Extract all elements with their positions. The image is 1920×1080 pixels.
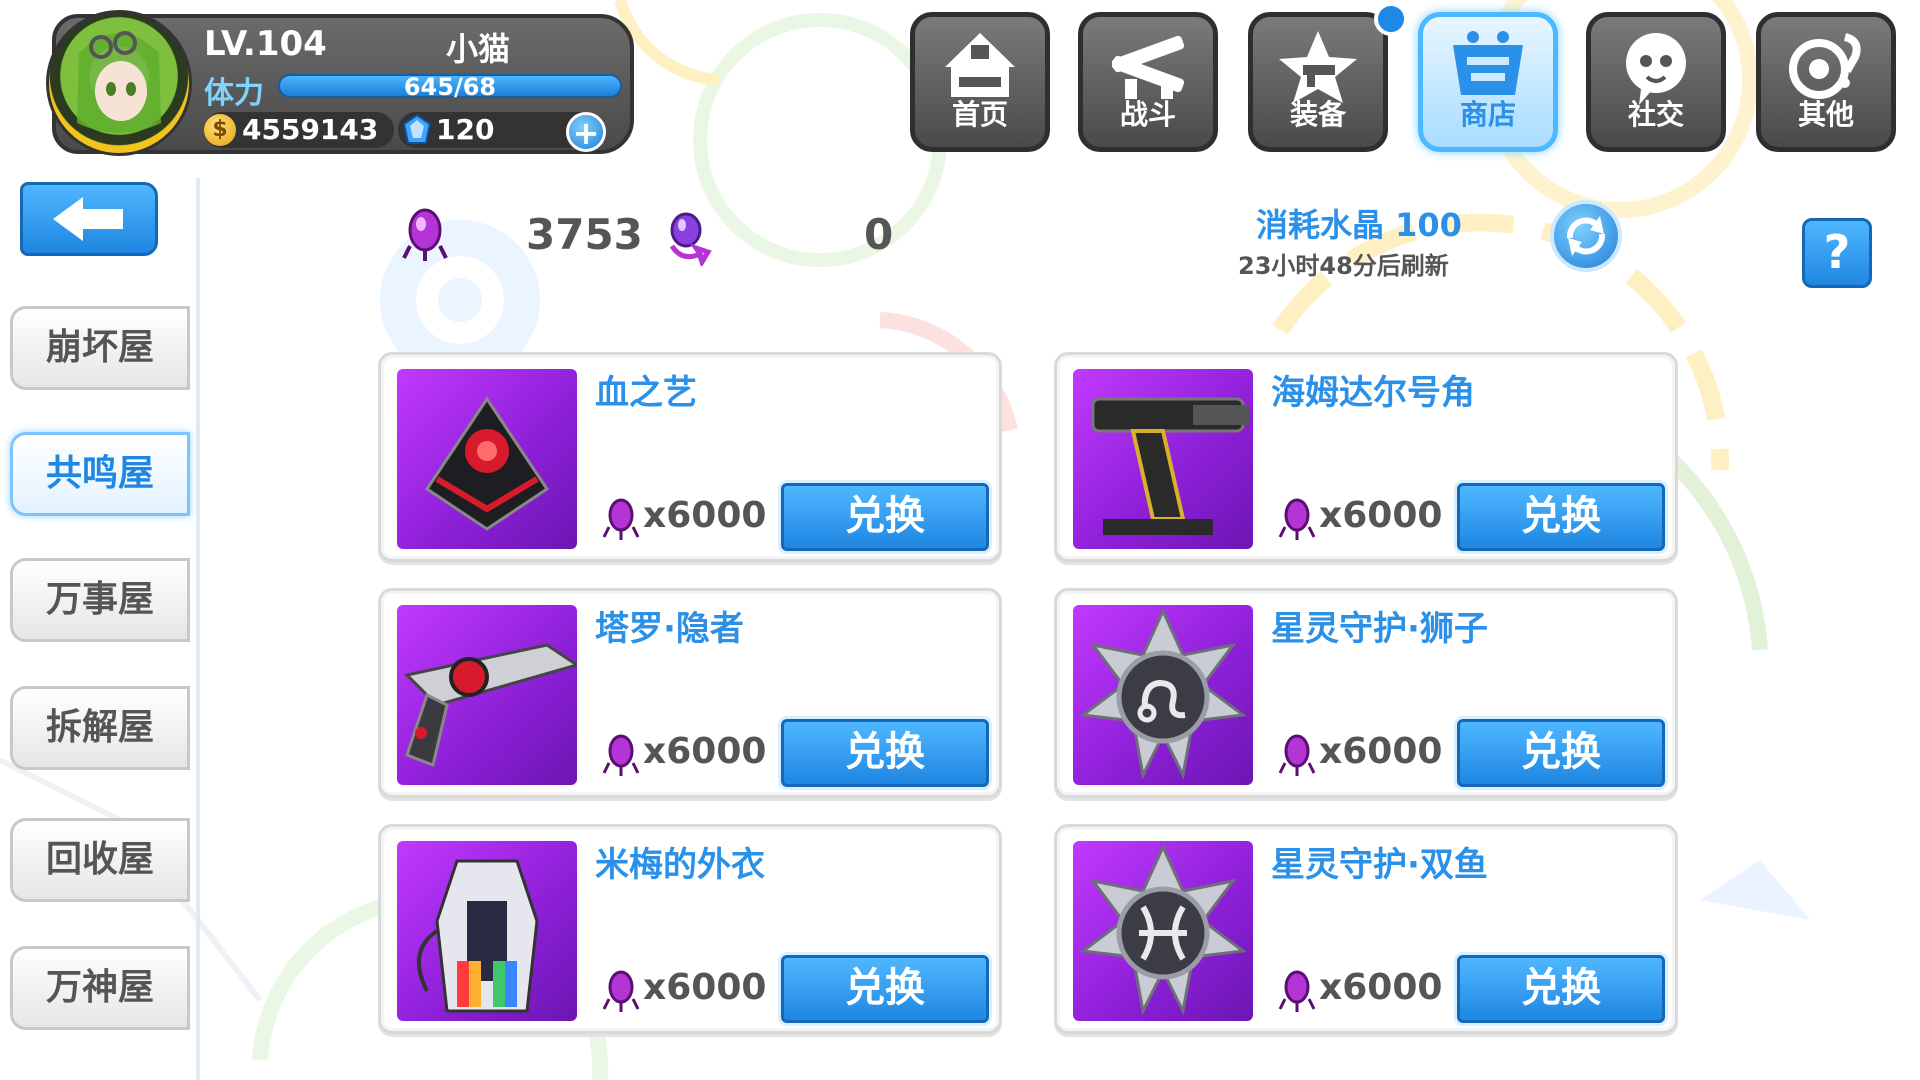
shop-item-card: 塔罗·隐者 x6000 兑换 [378, 588, 1002, 798]
item-name: 海姆达尔号角 [1271, 373, 1475, 413]
heimdall-horn-cannon-icon [1091, 397, 1249, 535]
nav-tab-other[interactable]: 其他 [1756, 12, 1896, 152]
item-thumbnail [397, 369, 577, 549]
shop-item-card: 星灵守护·狮子 x6000 兑换 [1054, 588, 1678, 798]
item-name: 塔罗·隐者 [595, 609, 744, 649]
leo-zodiac-badge-icon [1079, 607, 1247, 780]
exchange-button[interactable]: 兑换 [781, 483, 989, 551]
nav-tab-home[interactable]: 首页 [910, 12, 1050, 152]
nav-tab-label: 社交 [1627, 98, 1684, 131]
shop-item-card: 米梅的外衣 x6000 兑换 [378, 824, 1002, 1034]
refresh-cost-label: 消耗水晶 100 [1256, 206, 1462, 244]
exchange-button[interactable]: 兑换 [1457, 955, 1665, 1023]
item-thumbnail [1073, 605, 1253, 785]
nav-tab-label: 首页 [951, 98, 1008, 131]
refresh-icon [1566, 216, 1606, 256]
exchange-button[interactable]: 兑换 [1457, 719, 1665, 787]
item-name: 星灵守护·狮子 [1271, 609, 1488, 649]
item-price: x6000 [643, 967, 767, 1008]
sidebar-item-bengwai[interactable]: 崩坏屋 [10, 306, 190, 390]
nav-tab-equipment[interactable]: 装备 [1248, 12, 1388, 152]
avatar-portrait-icon [77, 31, 161, 133]
nav-tab-label: 商店 [1459, 98, 1516, 131]
item-price: x6000 [1319, 967, 1443, 1008]
sidebar-item-wanshen[interactable]: 万神屋 [10, 946, 190, 1030]
item-thumbnail [1073, 369, 1253, 549]
exchange-button[interactable]: 兑换 [1457, 483, 1665, 551]
gold-amount: 4559143 [242, 113, 379, 146]
help-button[interactable]: ? [1802, 218, 1872, 288]
swap-crystal-count: 0 [864, 210, 894, 259]
blood-art-emblem-icon [424, 396, 550, 531]
sidebar-item-chaijie[interactable]: 拆解屋 [10, 686, 190, 770]
item-name: 米梅的外衣 [595, 845, 765, 885]
item-thumbnail [1073, 841, 1253, 1021]
purple-crystal-icon [602, 970, 640, 1012]
gold-coin-icon: $ [204, 114, 236, 146]
shop-item-card: 海姆达尔号角 x6000 兑换 [1054, 352, 1678, 562]
crystal-count: 3753 [526, 210, 643, 259]
refresh-timer: 23小时48分后刷新 [1238, 252, 1449, 280]
mime-coat-costume-icon [417, 859, 539, 1013]
item-price: x6000 [1319, 731, 1443, 772]
item-thumbnail [397, 841, 577, 1021]
purple-crystal-icon [1278, 498, 1316, 540]
purple-crystal-icon [402, 208, 448, 261]
stamina-value: 645/68 [403, 73, 497, 101]
notification-dot [1374, 2, 1408, 36]
blue-gem-icon [402, 114, 432, 144]
gold-counter: $ 4559143 [204, 112, 394, 148]
sidebar-item-gongming[interactable]: 共鸣屋 [10, 432, 190, 516]
nav-tab-social[interactable]: 社交 [1586, 12, 1726, 152]
stamina-label: 体力 [204, 76, 264, 111]
shop-item-card: 血之艺 x6000 兑换 [378, 352, 1002, 562]
stamina-bar: 645/68 [278, 73, 622, 101]
item-price: x6000 [643, 731, 767, 772]
sidebar-item-huishou[interactable]: 回收屋 [10, 818, 190, 902]
back-button[interactable] [20, 182, 158, 256]
item-price: x6000 [1319, 495, 1443, 536]
item-thumbnail [397, 605, 577, 785]
shop-item-card: 星灵守护·双鱼 x6000 兑换 [1054, 824, 1678, 1034]
item-price: x6000 [643, 495, 767, 536]
add-gems-button[interactable]: + [566, 112, 606, 152]
purple-crystal-icon [1278, 970, 1316, 1012]
back-arrow-icon [53, 197, 123, 241]
refresh-button[interactable] [1550, 200, 1622, 272]
exchange-button[interactable]: 兑换 [781, 719, 989, 787]
player-name: 小猫 [446, 30, 511, 68]
purple-crystal-icon [602, 498, 640, 540]
nav-tab-label: 其他 [1797, 98, 1854, 131]
nav-tab-battle[interactable]: 战斗 [1078, 12, 1218, 152]
purple-crystal-icon [602, 734, 640, 776]
pisces-zodiac-badge-icon [1079, 843, 1247, 1016]
gem-amount: 120 [436, 113, 495, 146]
tarot-hermit-gun-icon [403, 643, 577, 768]
crystal-swap-icon [669, 212, 712, 266]
exchange-button[interactable]: 兑换 [781, 955, 989, 1023]
player-level: LV.104 [204, 24, 327, 64]
player-avatar[interactable] [46, 10, 192, 156]
purple-crystal-icon [1278, 734, 1316, 776]
nav-tab-label: 战斗 [1119, 98, 1176, 131]
nav-tab-label: 装备 [1289, 98, 1346, 131]
item-name: 血之艺 [595, 373, 697, 413]
nav-tab-shop[interactable]: 商店 [1418, 12, 1558, 152]
item-name: 星灵守护·双鱼 [1271, 845, 1488, 885]
sidebar-item-wanshi[interactable]: 万事屋 [10, 558, 190, 642]
